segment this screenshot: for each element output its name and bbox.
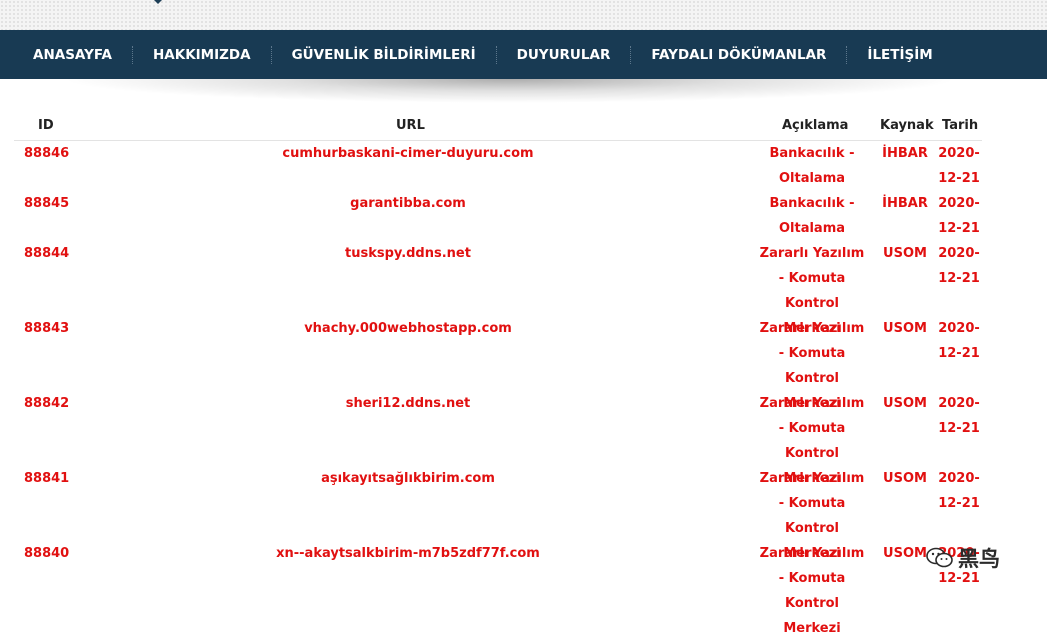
- row-url-cell: sheri12.ddns.net: [200, 391, 616, 416]
- row-id: 88841: [24, 471, 70, 486]
- row-source: USOM: [883, 546, 927, 561]
- row-description: Zararlı Yazılım - Komuta Kontrol Merkezi: [759, 546, 865, 636]
- nav-separator: [846, 45, 848, 64]
- row-id: 88843: [24, 321, 70, 336]
- row-source: İHBAR: [882, 196, 928, 211]
- row-source: USOM: [883, 321, 927, 336]
- row-source: İHBAR: [882, 146, 928, 161]
- row-url-cell: tuskspy.ddns.net: [200, 241, 616, 266]
- nav-item-anasayfa[interactable]: ANASAYFA: [33, 47, 112, 63]
- watermark: 黑鸟: [926, 543, 1000, 573]
- row-date: 2020-12-21: [938, 146, 980, 186]
- row-date: 2020-12-21: [938, 246, 980, 286]
- column-header-date[interactable]: Tarih: [942, 118, 978, 133]
- row-id: 88840: [24, 546, 70, 561]
- nav-separator: [270, 45, 272, 64]
- row-url-link[interactable]: garantibba.com: [350, 196, 466, 211]
- nav-shadow: [60, 79, 960, 103]
- nav-separator: [630, 45, 632, 64]
- row-url-cell: aşıkayıtsağlıkbirim.com: [200, 466, 616, 491]
- row-date: 2020-12-21: [938, 321, 980, 361]
- nav-separator: [131, 45, 133, 64]
- row-id: 88846: [24, 146, 70, 161]
- column-header-description[interactable]: Açıklama: [782, 118, 848, 133]
- top-banner-strip: ▔▔▔▔▔▔▔▔▔▔▔▔▔▔▔▔▔▔: [0, 0, 1047, 30]
- nav-item-hakkimizda[interactable]: HAKKIMIZDA: [153, 47, 251, 63]
- row-date: 2020-12-21: [938, 396, 980, 436]
- row-source: USOM: [883, 246, 927, 261]
- nav-separator: [495, 45, 497, 64]
- nav-item-faydali-dokumanlar[interactable]: FAYDALI DÖKÜMANLAR: [651, 47, 826, 63]
- wechat-icon: [926, 547, 954, 569]
- row-id: 88844: [24, 246, 70, 261]
- column-header-url[interactable]: URL: [396, 118, 425, 133]
- row-url-cell: xn--akaytsalkbirim-m7b5zdf77f.com: [200, 541, 616, 566]
- row-url-cell: cumhurbaskani-cimer-duyuru.com: [200, 141, 616, 166]
- site-logo-text[interactable]: ▔▔▔▔▔▔▔▔▔▔▔▔▔▔▔▔▔▔: [22, 0, 114, 4]
- main-navigation: ANASAYFA HAKKIMIZDA GÜVENLİK BİLDİRİMLER…: [0, 30, 1047, 79]
- row-description: Bankacılık - Oltalama: [769, 196, 855, 236]
- row-url-cell: vhachy.000webhostapp.com: [200, 316, 616, 341]
- row-url-link[interactable]: xn--akaytsalkbirim-m7b5zdf77f.com: [276, 546, 540, 561]
- row-url-cell: garantibba.com: [200, 191, 616, 216]
- nav-item-guvenlik-bildirimleri[interactable]: GÜVENLİK BİLDİRİMLERİ: [292, 47, 476, 63]
- row-url-link[interactable]: cumhurbaskani-cimer-duyuru.com: [282, 146, 533, 161]
- row-date: 2020-12-21: [938, 471, 980, 511]
- column-header-source[interactable]: Kaynak: [880, 118, 934, 133]
- row-id: 88842: [24, 396, 70, 411]
- row-url-link[interactable]: vhachy.000webhostapp.com: [304, 321, 512, 336]
- row-url-link[interactable]: aşıkayıtsağlıkbirim.com: [321, 471, 495, 486]
- logo-mark-icon: [154, 0, 162, 4]
- row-source: USOM: [883, 396, 927, 411]
- row-url-link[interactable]: tuskspy.ddns.net: [345, 246, 471, 261]
- row-description: Bankacılık - Oltalama: [769, 146, 855, 186]
- watermark-text: 黑鸟: [958, 547, 1000, 571]
- row-date: 2020-12-21: [938, 196, 980, 236]
- nav-item-duyurular[interactable]: DUYURULAR: [517, 47, 611, 63]
- row-url-link[interactable]: sheri12.ddns.net: [346, 396, 471, 411]
- nav-item-iletisim[interactable]: İLETİŞİM: [867, 47, 932, 63]
- column-header-id[interactable]: ID: [38, 118, 54, 133]
- row-source: USOM: [883, 471, 927, 486]
- row-id: 88845: [24, 196, 70, 211]
